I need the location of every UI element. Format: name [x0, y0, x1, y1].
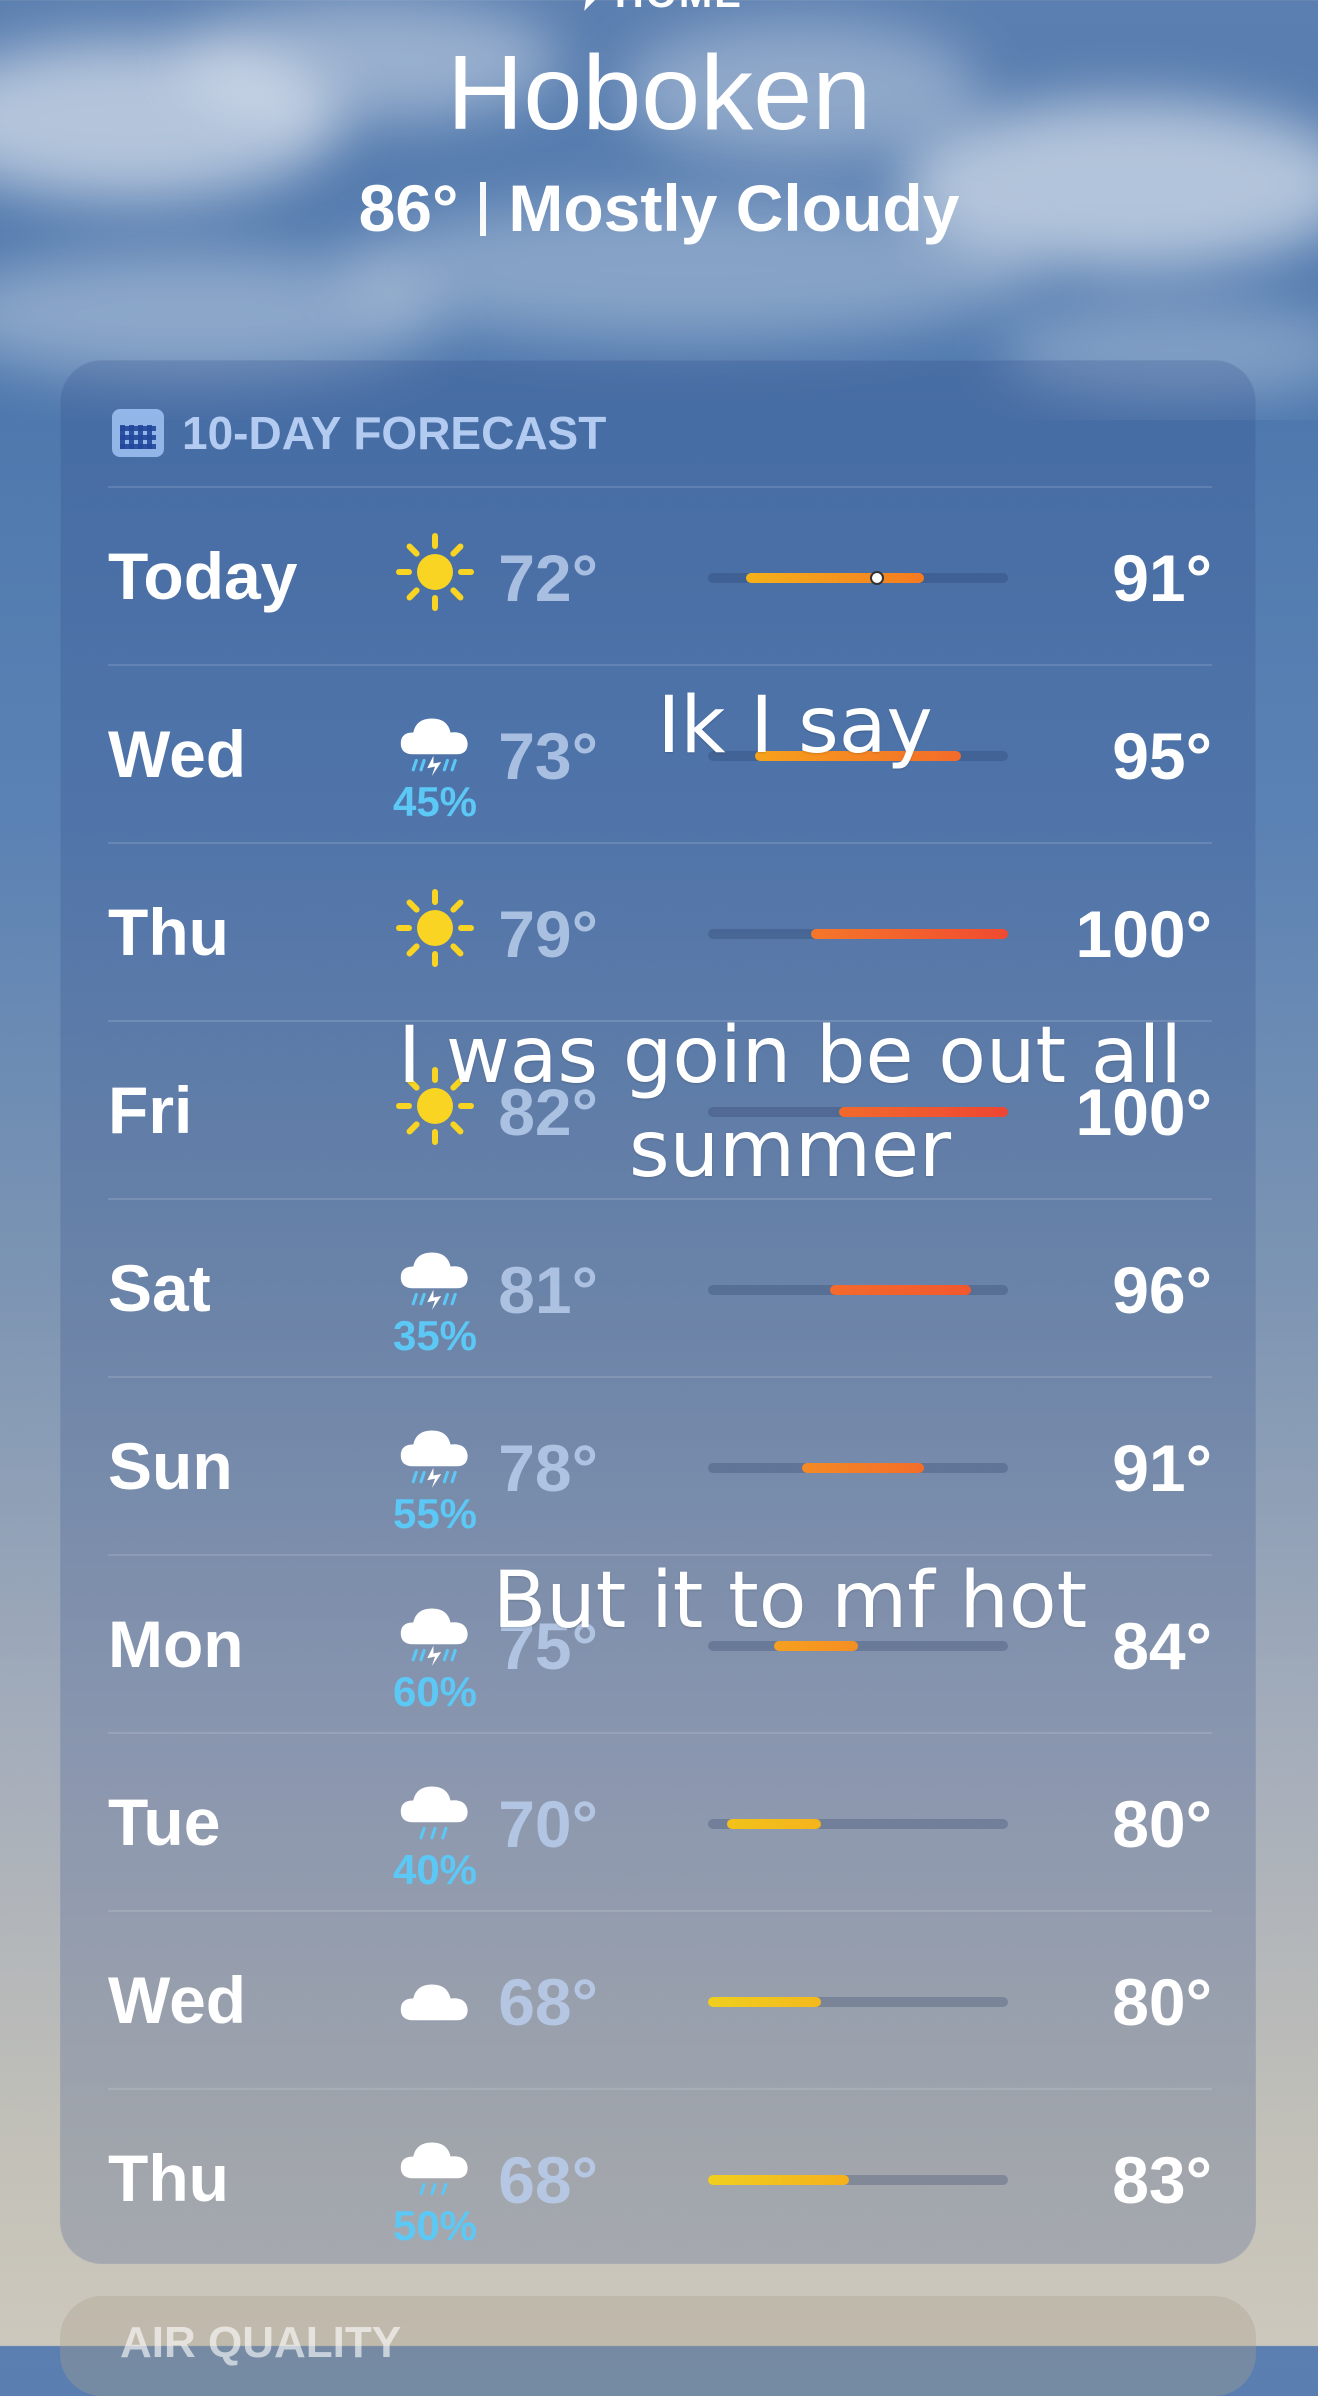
forecast-card-header: 10-DAY FORECAST	[112, 398, 606, 468]
forecast-day: Sat	[108, 1251, 211, 1325]
forecast-day: Wed	[108, 1963, 247, 2037]
forecast-day: Fri	[108, 1073, 193, 1147]
forecast-day: Mon	[108, 1607, 244, 1681]
caption-line-2: I was goin be out all summer	[398, 1011, 1182, 1195]
forecast-day: Thu	[108, 895, 229, 969]
temp-range-fill	[726, 1819, 821, 1829]
forecast-day: Wed	[108, 717, 247, 791]
low-temp: 70°	[498, 1787, 598, 1861]
forecast-row[interactable]: Sat 35% 81° 96°	[108, 1198, 1212, 1378]
ten-day-forecast-card[interactable]: 10-DAY FORECAST Today 72° 91° Wed 45% 73° 95° T…	[60, 360, 1256, 2264]
high-temp: 96°	[1112, 1253, 1212, 1327]
temp-range-bar	[708, 929, 1008, 939]
high-temp: 91°	[1112, 541, 1212, 615]
forecast-row[interactable]: Tue 40% 70° 80°	[108, 1732, 1212, 1912]
temp-range-bar	[708, 2175, 1008, 2185]
high-temp: 80°	[1112, 1787, 1212, 1861]
forecast-row[interactable]: Today 72° 91°	[108, 486, 1212, 666]
low-temp: 68°	[498, 2143, 598, 2217]
separator	[480, 181, 487, 236]
temp-range-fill	[829, 1285, 971, 1295]
air-quality-title: AIR QUALITY	[120, 2318, 402, 2367]
high-temp: 83°	[1112, 2143, 1212, 2217]
temp-range-bar	[708, 1285, 1008, 1295]
high-temp: 95°	[1112, 719, 1212, 793]
temp-range-bar	[708, 1463, 1008, 1473]
calendar-icon	[112, 409, 164, 457]
forecast-row[interactable]: Thu 79° 100°	[108, 842, 1212, 1022]
low-temp: 72°	[498, 541, 598, 615]
low-temp: 68°	[498, 1965, 598, 2039]
forecast-day: Today	[108, 539, 298, 613]
caption-line-1: Ik I say	[657, 681, 933, 771]
city-name: Hoboken	[446, 34, 872, 152]
forecast-row[interactable]: Wed 68° 80°	[108, 1910, 1212, 2090]
forecast-day: Tue	[108, 1785, 221, 1859]
temp-range-fill	[745, 573, 924, 583]
high-temp: 80°	[1112, 1965, 1212, 2039]
temp-range-bar	[708, 1819, 1008, 1829]
low-temp: 78°	[498, 1431, 598, 1505]
forecast-row[interactable]: Sun 55% 78° 91°	[108, 1376, 1212, 1556]
current-conditions: 86° Mostly Cloudy	[0, 170, 1318, 246]
low-temp: 79°	[498, 897, 598, 971]
home-label-text: HOME	[615, 0, 743, 16]
high-temp: 100°	[1075, 897, 1212, 971]
low-temp: 81°	[498, 1253, 598, 1327]
temp-range-fill	[801, 1463, 924, 1473]
current-temperature: 86°	[358, 171, 459, 245]
home-location-label: ➤HOME	[0, 0, 1318, 20]
current-condition: Mostly Cloudy	[508, 171, 960, 245]
temp-range-fill	[811, 929, 1008, 939]
temp-range-fill	[708, 1997, 821, 2007]
temp-range-bar	[708, 571, 1008, 585]
forecast-day: Thu	[108, 2141, 229, 2215]
temp-range-fill	[708, 2175, 849, 2185]
forecast-title: 10-DAY FORECAST	[182, 407, 607, 459]
forecast-day: Sun	[108, 1429, 233, 1503]
temp-range-bar	[708, 1997, 1008, 2007]
high-temp: 91°	[1112, 1431, 1212, 1505]
current-temp-dot	[869, 571, 884, 585]
caption-line-3: But it to mf hot	[492, 1556, 1088, 1646]
forecast-row[interactable]: Thu 50% 68° 83°	[108, 2088, 1212, 2268]
